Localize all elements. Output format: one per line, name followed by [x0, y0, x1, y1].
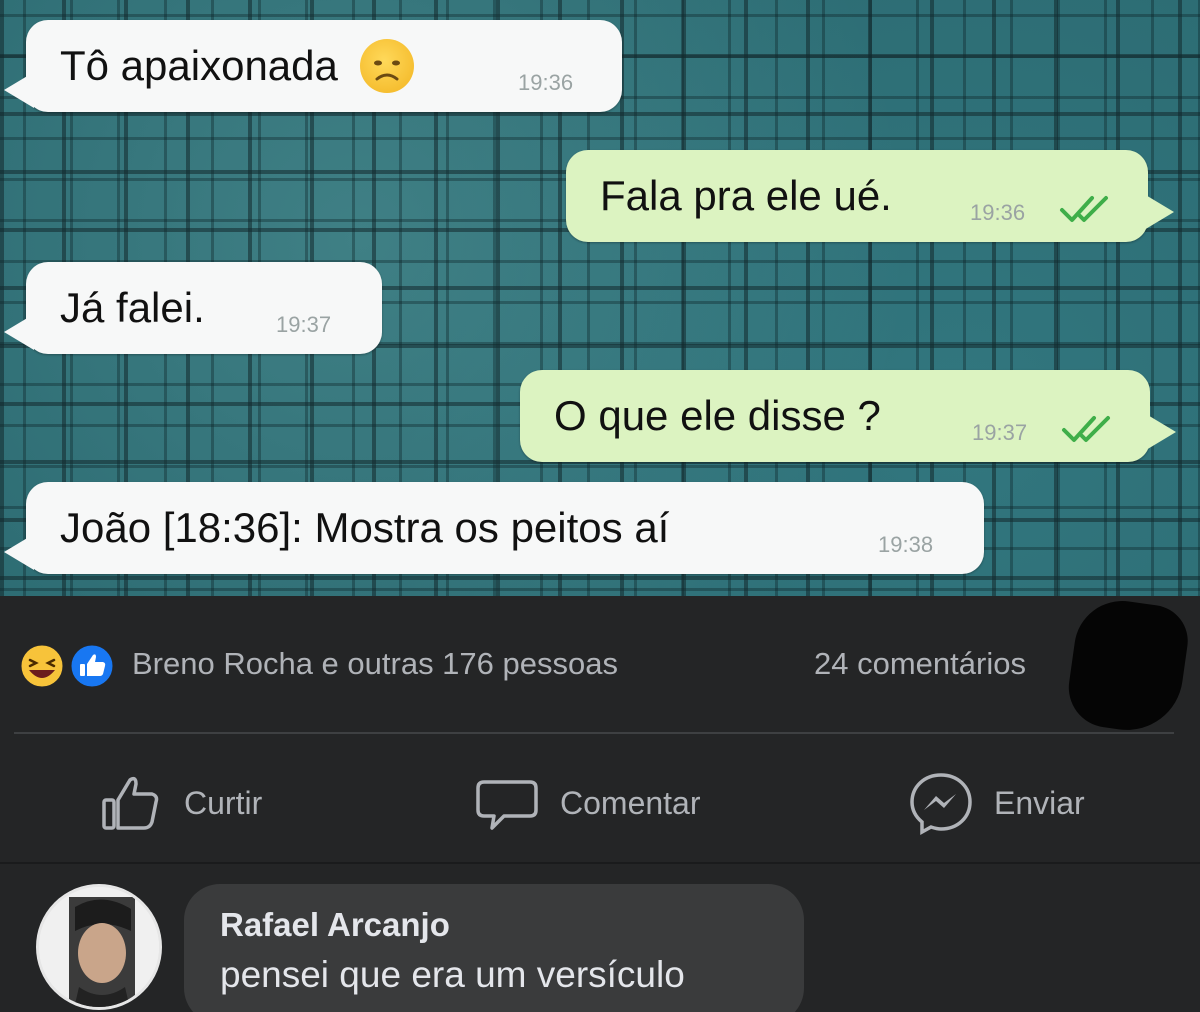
send-button[interactable]: Enviar [908, 770, 1085, 836]
incoming-message: Tô apaixonada 19:36 [4, 20, 622, 112]
like-label: Curtir [184, 784, 263, 821]
message-text: João [18:36]: Mostra os peitos aí [60, 504, 670, 551]
reactions-text[interactable]: Breno Rocha e outras 176 pessoas [132, 646, 618, 682]
post-actions: Curtir Comentar Enviar [0, 756, 1200, 846]
chat-screenshot: Tô apaixonada 19:36 Fala pra ele ué. 19:… [0, 0, 1200, 596]
comment-text: pensei que era um versículo [220, 954, 685, 995]
like-icon [68, 642, 116, 690]
message-time: 19:36 [518, 70, 574, 95]
comment-button[interactable]: Comentar [474, 770, 701, 836]
message-text: O que ele disse ? [554, 392, 881, 439]
messenger-icon [910, 773, 972, 835]
outgoing-message: O que ele disse ? 19:37 [520, 370, 1176, 462]
message-time: 19:37 [276, 312, 332, 337]
reaction-icons [16, 642, 124, 690]
incoming-message: Já falei. 19:37 [4, 262, 382, 354]
sad-face-emoji [359, 39, 414, 93]
comment-icon [476, 780, 538, 830]
message-time: 19:38 [878, 532, 934, 557]
redaction-scribble [1063, 594, 1193, 738]
comment-author-name[interactable]: Rafael Arcanjo [220, 906, 804, 944]
avatar[interactable] [36, 884, 162, 1010]
like-button[interactable]: Curtir [98, 770, 262, 836]
haha-emoji-icon [18, 642, 66, 690]
outgoing-message: Fala pra ele ué. 19:36 [566, 150, 1174, 242]
message-text: Já falei. [60, 284, 205, 331]
message-time: 19:36 [970, 200, 1026, 225]
divider [0, 862, 1200, 864]
comments-count-link[interactable]: 24 comentários [814, 646, 1026, 682]
comment-bubble: Rafael Arcanjo pensei que era um versícu… [184, 884, 804, 1012]
send-label: Enviar [994, 784, 1085, 821]
message-time: 19:37 [972, 420, 1028, 445]
message-text: Tô apaixonada [60, 42, 338, 89]
message-text: Fala pra ele ué. [600, 172, 892, 219]
reactions-summary[interactable]: Breno Rocha e outras 176 pessoas 24 come… [0, 624, 1200, 704]
double-check-icon [1062, 416, 1110, 442]
facebook-post-footer: Breno Rocha e outras 176 pessoas 24 come… [0, 594, 1200, 1012]
divider [14, 732, 1174, 734]
double-check-icon [1060, 196, 1108, 222]
thumbs-up-icon [102, 776, 159, 830]
incoming-message: João [18:36]: Mostra os peitos aí 19:38 [4, 482, 984, 574]
comment-label: Comentar [560, 784, 701, 821]
